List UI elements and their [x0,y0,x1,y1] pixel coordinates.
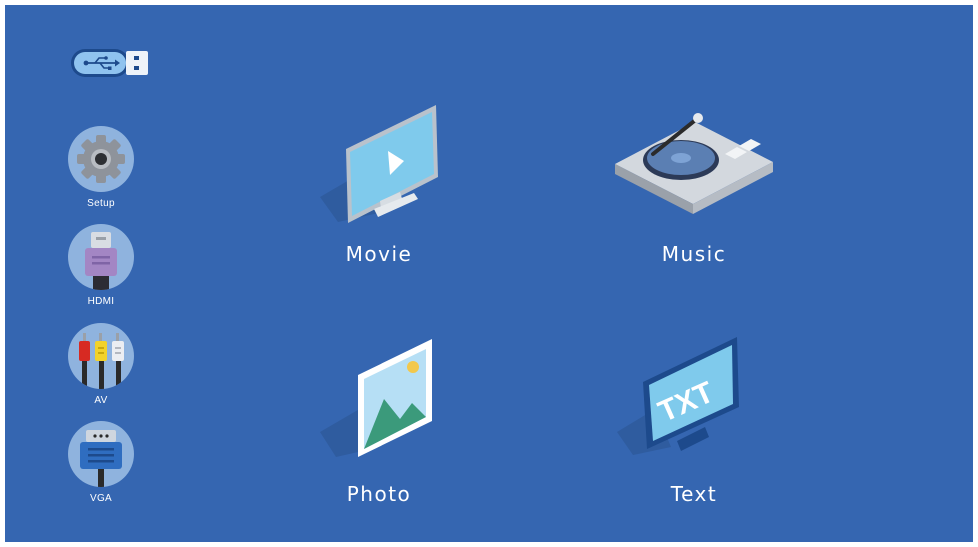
tile-label-photo: Photo [346,482,412,506]
source-label-setup: Setup [87,198,115,209]
setup-circle [68,126,134,192]
tile-label-music: Music [661,242,727,266]
vga-plug-icon [80,430,122,487]
source-av[interactable]: AV [61,323,141,406]
turntable-icon [615,113,773,214]
source-label-av: AV [94,395,108,406]
tile-text[interactable]: TXT Text [613,337,775,513]
tile-label-movie: Movie [345,242,413,266]
source-vga[interactable]: VGA [61,421,141,504]
tile-movie[interactable]: Movie [298,97,460,273]
hdmi-circle [68,224,134,290]
rca-cables-icon [79,333,124,389]
hdmi-plug-icon [85,232,117,290]
gear-icon [77,135,125,183]
usb-drive-icon[interactable] [69,46,151,80]
media-home-screen: Setup HDMI AV VGA Movie Music Photo TXT … [5,5,973,542]
source-label-hdmi: HDMI [87,296,115,307]
source-setup[interactable]: Setup [61,126,141,209]
txt-screen-icon: TXT [617,337,739,455]
av-circle [68,323,134,389]
tile-label-text: Text [670,482,718,506]
source-label-vga: VGA [89,493,113,504]
tile-photo[interactable]: Photo [298,337,460,513]
tile-music[interactable]: Music [613,97,775,273]
source-hdmi[interactable]: HDMI [61,224,141,307]
monitor-play-icon [320,105,438,223]
picture-frame-icon [320,339,432,457]
vga-circle [68,421,134,487]
